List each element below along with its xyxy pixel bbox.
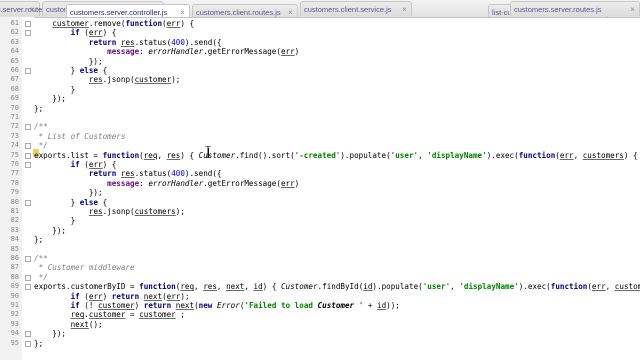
line-number: 73 <box>10 131 19 140</box>
line-number: 69 <box>10 94 19 103</box>
line-number: 91 <box>10 301 19 309</box>
line-number: 82 <box>10 216 19 225</box>
line-number: 95 <box>10 338 19 347</box>
fold-toggle-icon[interactable] <box>25 124 31 131</box>
close-icon[interactable]: × <box>28 2 37 17</box>
tab-label: customers.client.service.js <box>304 5 392 14</box>
tab-customers-server-routes[interactable]: customers.server.routes.js × <box>0 1 54 17</box>
line-number: 83 <box>10 225 19 234</box>
tab-customers-client-routes[interactable]: customers.client.routes.js × <box>192 4 298 17</box>
close-icon[interactable]: × <box>178 5 187 17</box>
line-number: 94 <box>10 329 19 338</box>
code-line[interactable]: }; <box>34 338 43 350</box>
line-number: 72 <box>10 122 19 131</box>
code-line[interactable]: * Customer middleware <box>34 262 135 274</box>
mouse-ibeam-cursor-icon <box>205 146 211 158</box>
tab-label: customers.server.controller.js <box>70 8 168 17</box>
tab-label: customers.server.routes.js <box>514 5 602 14</box>
line-number: 80 <box>10 197 19 206</box>
fold-toggle-icon[interactable] <box>25 256 31 262</box>
line-number: 67 <box>10 75 19 84</box>
line-number: 74 <box>10 141 19 150</box>
line-number: 66 <box>10 66 19 74</box>
line-number: 71 <box>10 113 19 121</box>
line-number: 85 <box>10 244 19 253</box>
line-number: 75 <box>10 150 19 159</box>
fold-gutter[interactable] <box>22 17 34 360</box>
code-line[interactable]: }; <box>34 234 43 246</box>
line-number: 78 <box>10 178 19 187</box>
line-number: 76 <box>10 160 19 168</box>
line-number: 92 <box>10 310 19 319</box>
line-number: 90 <box>10 291 19 300</box>
line-number: 68 <box>10 84 19 93</box>
code-editor[interactable]: customer.remove(function(err) { if (err)… <box>34 17 640 360</box>
code-line[interactable]: exports.list = function(req, res) { Cust… <box>34 150 638 162</box>
line-number: 86 <box>10 254 19 262</box>
editor-tab-bar: customers.server.routes.js × customers.c… <box>0 0 640 18</box>
line-number: 64 <box>10 47 19 56</box>
fold-toggle-icon[interactable] <box>25 274 31 281</box>
fold-toggle-icon[interactable] <box>25 284 31 291</box>
tab-customers-client-service[interactable]: customers.client.service.js × <box>300 1 412 16</box>
fold-toggle-icon[interactable] <box>25 30 31 37</box>
line-number: 63 <box>10 37 19 46</box>
code-line[interactable]: }; <box>34 103 43 115</box>
tab-label: customers.client.routes.js <box>196 8 281 17</box>
line-number: 81 <box>10 207 19 215</box>
line-number: 70 <box>10 103 19 112</box>
fold-toggle-icon[interactable] <box>25 152 31 159</box>
line-number: 79 <box>10 188 19 197</box>
line-number: 89 <box>10 282 19 291</box>
line-number: 62 <box>10 28 19 37</box>
line-number: 93 <box>10 319 19 328</box>
fold-toggle-icon[interactable] <box>25 199 31 206</box>
fold-toggle-icon[interactable] <box>25 143 31 150</box>
line-number: 88 <box>10 272 19 281</box>
line-number: 84 <box>10 235 19 244</box>
tab-customers-server-controller[interactable]: customers.server.controller.js × <box>66 4 190 17</box>
fold-toggle-icon[interactable] <box>25 162 31 168</box>
line-number: 77 <box>10 169 19 178</box>
fold-toggle-icon[interactable] <box>25 331 31 338</box>
close-icon[interactable]: × <box>400 2 409 17</box>
fold-toggle-icon[interactable] <box>25 340 31 347</box>
line-number-gutter[interactable]: 61 62 63 64 65 66 67 68 69 70 71 72 73 74 75 76 77 78 79 80… <box>0 17 23 360</box>
fold-toggle-icon[interactable] <box>25 68 31 74</box>
fold-toggle-icon[interactable] <box>25 21 31 27</box>
line-number: 65 <box>10 56 19 65</box>
close-icon[interactable]: × <box>628 2 637 17</box>
tab-customers-server-routes-2[interactable]: customers.server.routes.js × <box>510 1 640 16</box>
line-number: 61 <box>10 19 19 27</box>
line-number: 87 <box>10 263 19 272</box>
